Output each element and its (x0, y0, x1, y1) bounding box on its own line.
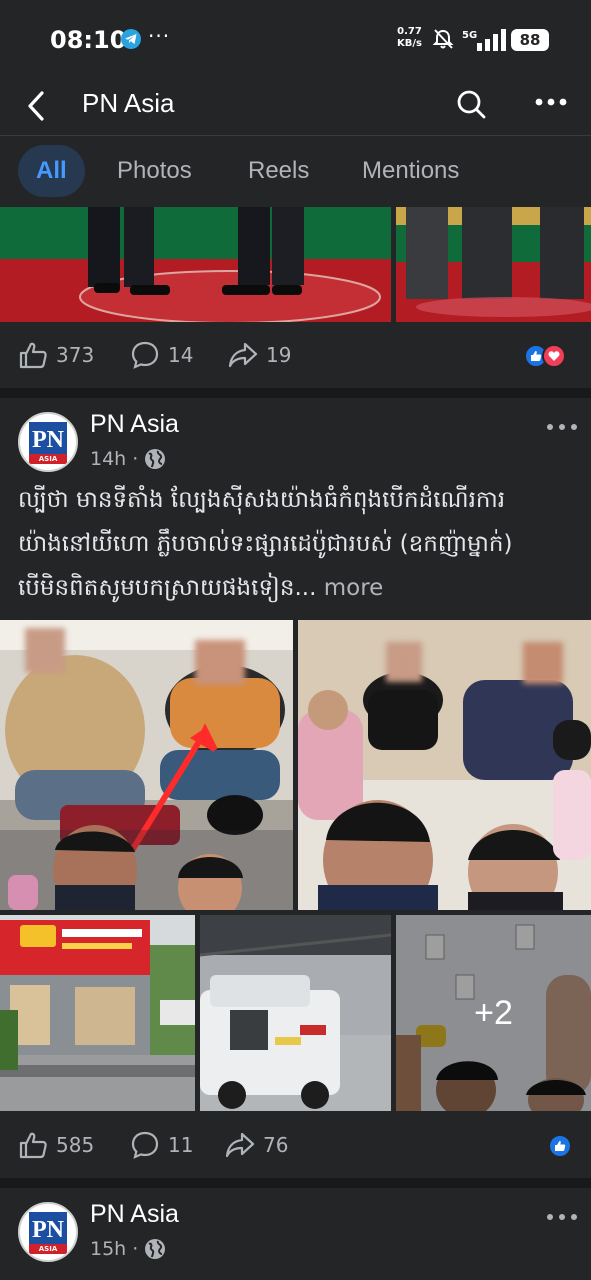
battery-level: 88 (511, 29, 549, 51)
globe-icon (145, 1239, 166, 1259)
search-icon[interactable] (455, 88, 487, 120)
comment-icon (131, 1131, 159, 1159)
post-photo[interactable] (0, 207, 391, 322)
post-photo[interactable] (298, 620, 591, 910)
post-actions: 373 14 19 (0, 322, 591, 388)
share-button[interactable]: 76 (225, 1130, 288, 1160)
back-arrow-icon[interactable] (22, 88, 52, 124)
post-author[interactable]: PN Asia (90, 410, 179, 439)
extra-photos-count: +2 (396, 915, 591, 1111)
network-speed-value: 0.77 (397, 26, 422, 37)
like-count: 373 (56, 343, 95, 367)
post-divider (0, 1178, 591, 1188)
caption-line: បើមិនពិតសូមបកស្រាយផងទៀន... (18, 575, 317, 601)
love-reaction-icon (542, 344, 566, 368)
mute-bell-icon (432, 29, 454, 49)
post-photo[interactable] (0, 915, 195, 1111)
app-bar: PN Asia (0, 80, 591, 136)
share-icon (225, 1132, 255, 1158)
page-title: PN Asia (82, 88, 175, 118)
comment-count: 11 (168, 1133, 194, 1157)
avatar-logo-sub: ASIA (29, 1244, 67, 1254)
post-actions: 585 11 76 (0, 1112, 591, 1178)
tab-mentions[interactable]: Mentions (362, 145, 459, 197)
network-type: 5G (462, 30, 478, 41)
tab-reels[interactable]: Reels (248, 145, 309, 197)
like-button[interactable]: 373 (18, 340, 94, 370)
post-time: 14h (90, 448, 127, 470)
caption-line: យ៉ាងនៅយីហោ ភ្លឹបចាល់ទះផ្សារដេប៉ូជារបស់ (… (18, 531, 513, 557)
post-meta: 15h · (90, 1238, 166, 1260)
post-header: PN ASIA PN Asia 15h · (0, 1188, 591, 1266)
tab-photos[interactable]: Photos (117, 145, 192, 197)
comment-icon (131, 341, 159, 369)
caption-line: ល្បីថា មានទីតាំង ល្បែងស៊ីសងយ៉ាងធំកំពុងបើ… (18, 487, 506, 513)
like-icon (19, 1132, 47, 1159)
post-photo[interactable] (200, 915, 391, 1111)
comment-button[interactable]: 14 (130, 340, 193, 370)
share-icon (228, 342, 258, 368)
post-caption: ល្បីថា មានទីតាំង ល្បែងស៊ីសងយ៉ាងធំកំពុងបើ… (18, 478, 578, 610)
post-author[interactable]: PN Asia (90, 1200, 179, 1229)
comment-count: 14 (168, 343, 194, 367)
like-button[interactable]: 585 (18, 1130, 94, 1160)
status-time: 08:10 (50, 26, 127, 54)
post-more-icon[interactable] (546, 1212, 578, 1222)
like-count: 585 (56, 1133, 95, 1157)
feed: 373 14 19 PN ASIA PN Asia 14h · ល្បីថា ម… (0, 207, 591, 1280)
post-more-icon[interactable] (546, 422, 578, 432)
more-options-icon[interactable] (534, 92, 568, 112)
share-count: 76 (263, 1133, 289, 1157)
meta-separator: · (132, 448, 139, 470)
status-bar: 08:10 ··· 0.77 KB/s 5G 88 (0, 0, 591, 80)
reaction-icons[interactable] (548, 1134, 572, 1158)
comment-button[interactable]: 11 (130, 1130, 193, 1160)
like-icon (19, 342, 47, 369)
filter-tabs: All Photos Reels Mentions (0, 137, 591, 207)
like-reaction-icon (548, 1134, 572, 1158)
post-header: PN ASIA PN Asia 14h · (0, 398, 591, 476)
telegram-icon (121, 29, 141, 49)
share-button[interactable]: 19 (228, 340, 291, 370)
see-more-link[interactable]: more (324, 575, 384, 601)
tab-all[interactable]: All (18, 145, 85, 197)
share-count: 19 (266, 343, 292, 367)
post-photo[interactable] (0, 620, 293, 910)
caption-line-last: បើមិនពិតសូមបកស្រាយផងទៀន... more (18, 566, 578, 610)
post-time: 15h (90, 1238, 127, 1260)
globe-icon (145, 449, 166, 469)
network-speed: 0.77 KB/s (397, 26, 422, 50)
meta-separator: · (132, 1238, 139, 1260)
post-divider (0, 388, 591, 398)
avatar-logo-sub: ASIA (29, 454, 67, 464)
status-more-dots: ··· (148, 24, 171, 48)
post-photo-more[interactable]: +2 (396, 915, 591, 1111)
page-avatar[interactable]: PN ASIA (18, 412, 78, 472)
post-photo[interactable] (396, 207, 591, 322)
signal-icon (477, 29, 506, 51)
page-avatar[interactable]: PN ASIA (18, 1202, 78, 1262)
network-speed-unit: KB/s (397, 38, 422, 49)
post-meta: 14h · (90, 448, 166, 470)
reaction-icons[interactable] (524, 344, 566, 368)
